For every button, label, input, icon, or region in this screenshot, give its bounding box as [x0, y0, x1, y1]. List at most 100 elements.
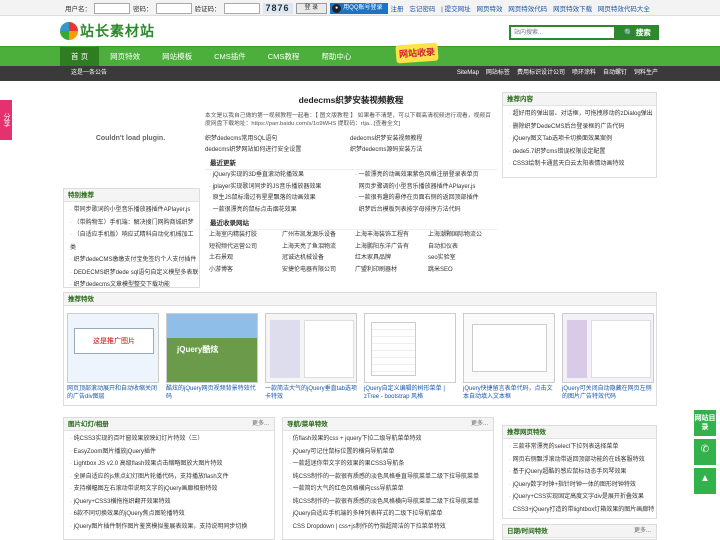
list-item[interactable]: 原生JS鼠标滑过有星星飘落的动画效果: [205, 193, 351, 205]
site-link[interactable]: 冠诚达机械设备: [278, 253, 351, 265]
top-link[interactable]: 网页特效代码大全: [598, 6, 650, 13]
list-item[interactable]: 超好用的弹出层、对话框，可拖拽移动的zDialog弹出: [509, 108, 656, 121]
top-link[interactable]: 忘记密码: [409, 6, 435, 13]
list-item[interactable]: （带购物车）手机端：解决搜门网购商城织梦: [70, 217, 199, 230]
effect-thumbnail[interactable]: [265, 313, 357, 383]
list-item[interactable]: jQuery+CSS实现固定高度文字div是展开折叠效果: [509, 491, 656, 504]
site-link[interactable]: 红木家具品牌: [351, 253, 424, 265]
effect-card[interactable]: jQuery快捷留言表单代码，点击文本自动填入文本框: [463, 313, 555, 401]
search-input[interactable]: [509, 25, 616, 40]
subnav-link[interactable]: 饲料生产: [634, 66, 658, 81]
article-title[interactable]: dedecms织梦安装视频教程: [205, 94, 497, 106]
subnav-link[interactable]: 费用标识设计公司: [517, 66, 565, 81]
list-item[interactable]: CSS3绘制卡通蓝天白云太阳表情动画特效: [509, 158, 656, 171]
nav-item-cms-plugins[interactable]: CMS插件: [203, 47, 257, 67]
username-input[interactable]: [94, 2, 130, 14]
site-link[interactable]: 自动扣仪表: [424, 242, 497, 254]
site-logo[interactable]: 站长素材站: [60, 22, 155, 40]
effect-card[interactable]: 这是推广图片 网页顶部滚动展开和自动收缩关闭的广告div图层: [67, 313, 159, 401]
wechat-icon[interactable]: ✆: [694, 439, 716, 465]
subnav-link[interactable]: SiteMap: [457, 66, 479, 81]
search-button[interactable]: 🔍 搜索: [616, 25, 659, 40]
top-link[interactable]: 网页特效代码: [508, 6, 547, 13]
list-item[interactable]: jQuery可记住鼠标位置的横向导航菜单: [289, 446, 493, 459]
list-item[interactable]: 一款超迷你带文字的效果的果CSS3导航条: [289, 458, 493, 471]
list-item[interactable]: 纯CSS制作的一款很有质感的淡色风格垂直导航菜单二级下拉导航菜单: [289, 471, 493, 484]
list-item[interactable]: jQuery自适应手机端的多种列表样式的二级下拉导航菜单: [289, 508, 493, 521]
list-item[interactable]: dede5.7织梦cms错误权限设定配置: [509, 146, 656, 159]
announcement[interactable]: 这是一条公告: [71, 66, 107, 81]
site-link[interactable]: 广盟利印刷器材: [351, 265, 424, 277]
list-item[interactable]: Lightbox JS v2.0 高级flash效果点击缩略图放大图片特效: [70, 458, 274, 471]
related-link[interactable]: dedecms织梦安装视频教程: [350, 134, 495, 145]
list-item[interactable]: 三款非常漂亮的select下拉列表选择菜单: [509, 441, 656, 454]
effect-caption[interactable]: 一款简洁大气的jQuery垂直tab选项卡特效: [265, 385, 357, 401]
effect-caption[interactable]: jQuery自定义编辑的树形菜单 | zTree - bootstrap 风格: [364, 385, 456, 401]
effect-card[interactable]: jQuery自定义编辑的树形菜单 | zTree - bootstrap 风格: [364, 313, 456, 401]
subnav-link[interactable]: 自动螺钉: [603, 66, 627, 81]
list-item[interactable]: 6款不同切换效果的jQuery焦点图轮播特效: [70, 508, 274, 521]
list-item[interactable]: 全屏自适应的js焦点幻灯图片轮播代码，支持播放flash文件: [70, 471, 274, 484]
effect-caption[interactable]: jQuery可关闭自动隐藏在网页左侧的图片广告特效代码: [562, 385, 654, 401]
list-item[interactable]: 网页步骤调的小型音乐播放器插件APlayer.js: [351, 182, 497, 194]
site-link[interactable]: seo实验室: [424, 253, 497, 265]
list-item[interactable]: 支持横幅图左右滚动带说明文字的jQuery画廊相册特效: [70, 483, 274, 496]
nav-badge[interactable]: 网站收录: [395, 42, 439, 64]
effect-card[interactable]: 一款简洁大气的jQuery垂直tab选项卡特效: [265, 313, 357, 401]
effect-caption[interactable]: jQuery快捷留言表单代码，点击文本自动填入文本框: [463, 385, 555, 401]
qq-login-button[interactable]: ● 用QQ账号登录: [330, 2, 388, 14]
list-item[interactable]: jQuery图片插件制作图片鉴赏模拟鉴展表效果，支持说明同步切换: [70, 521, 274, 534]
top-link[interactable]: | 提交网址: [441, 6, 471, 13]
nav-item-cms-tutorials[interactable]: CMS教程: [257, 47, 311, 67]
list-item[interactable]: jQuery图文Tab选项卡切换面效果案例: [509, 133, 656, 146]
effect-thumbnail[interactable]: [463, 313, 555, 383]
list-item[interactable]: 网页右侧飘浮滚动带返回顶部功能的在线客服特效: [509, 454, 656, 467]
effect-thumbnail[interactable]: 这是推广图片: [67, 313, 159, 383]
site-link[interactable]: 广州市凯发源乐设备: [278, 230, 351, 242]
list-item[interactable]: jQuery数字时钟+指针时钟一体的图形时钟特效: [509, 479, 656, 492]
more-link[interactable]: 更多...: [634, 525, 651, 538]
site-link[interactable]: 上海天亮了鱼泪物流: [278, 242, 351, 254]
list-item[interactable]: 一款很漂亮的鼠标点击烟花效果: [205, 205, 351, 217]
list-item[interactable]: 基于jQuery超酷的感应鼠标动态手风琴效果: [509, 466, 656, 479]
captcha-image[interactable]: 7876: [262, 2, 293, 14]
list-item[interactable]: 织梦后台模板列表按字母排序方法代码: [351, 205, 497, 217]
subnav-link[interactable]: 喷环涂料: [572, 66, 596, 81]
nav-item-templates[interactable]: 网站模板: [151, 47, 203, 67]
subnav-link[interactable]: 网站标签: [486, 66, 510, 81]
related-link[interactable]: 织梦dedecms源码安装方法: [350, 145, 495, 156]
effect-thumbnail[interactable]: jQuery酷炫: [166, 313, 258, 383]
site-link[interactable]: 土石景观: [205, 253, 278, 265]
site-link[interactable]: 跳米SEO: [424, 265, 497, 277]
site-link[interactable]: 安捷伦电器有限公司: [278, 265, 351, 277]
list-item[interactable]: EasyZoom图片播放jQuery插件: [70, 446, 274, 459]
effect-thumbnail[interactable]: [364, 313, 456, 383]
list-item[interactable]: 删除织梦DedeCMS后台登录框的广告代码: [509, 121, 656, 134]
more-link[interactable]: 更多...: [471, 418, 488, 431]
site-link[interactable]: 上海丰海装饰工程有: [351, 230, 424, 242]
nav-item-effects[interactable]: 网页特效: [99, 47, 151, 67]
top-link[interactable]: 网页特效下载: [553, 6, 592, 13]
list-item[interactable]: 织梦dedeCMS缴缴支付宝免签约个人支付插件: [70, 254, 199, 267]
related-link[interactable]: 织梦dedecms常用SQL语句: [205, 134, 350, 145]
effect-caption[interactable]: 网页顶部滚动展开和自动收缩关闭的广告div图层: [67, 385, 159, 401]
list-item[interactable]: jQuery+CSS3横拖拖织翻开效果特效: [70, 496, 274, 509]
top-link[interactable]: 网页特效: [476, 6, 502, 13]
site-link[interactable]: 上海潮颗国际物流公: [424, 230, 497, 242]
list-item[interactable]: 仿flash效果的css + jquery下拉二级导航菜单特效: [289, 433, 493, 446]
list-item[interactable]: 一款很有趣的悬停在页面右侧的返回顶部插件: [351, 193, 497, 205]
list-item[interactable]: DEDECMS织梦dede sql语句自定义模型多表联: [70, 267, 199, 280]
login-button[interactable]: 登 录: [295, 2, 328, 14]
list-item[interactable]: jQuery实现的3D垂直滚动轮播效果: [205, 170, 351, 182]
captcha-input[interactable]: [223, 2, 260, 14]
nav-item-home[interactable]: 首 页: [60, 47, 100, 67]
more-link[interactable]: 更多...: [252, 418, 269, 431]
list-item[interactable]: CSS3+jQuery打造的带lightbox灯箱效果的图片画廊特: [509, 504, 656, 517]
password-input[interactable]: [155, 2, 192, 14]
related-link[interactable]: dedecms织梦网站如何进行安全设置: [205, 145, 350, 156]
site-link[interactable]: 小游博客: [205, 265, 278, 277]
list-item[interactable]: 纯CSS3实现的百叶窗效果放映幻灯片特效（三）: [70, 433, 274, 446]
effect-card[interactable]: jQuery酷炫 酷炫的jQuery网页视频背景特效代码: [166, 313, 258, 401]
list-item[interactable]: 纯CSS制作的一款很有质感的淡色风格横向导航菜单二级下拉导航菜单: [289, 496, 493, 509]
list-item[interactable]: CSS Dropdown | css+js制作的竹指超简洁的下拉菜单特效: [289, 521, 493, 534]
